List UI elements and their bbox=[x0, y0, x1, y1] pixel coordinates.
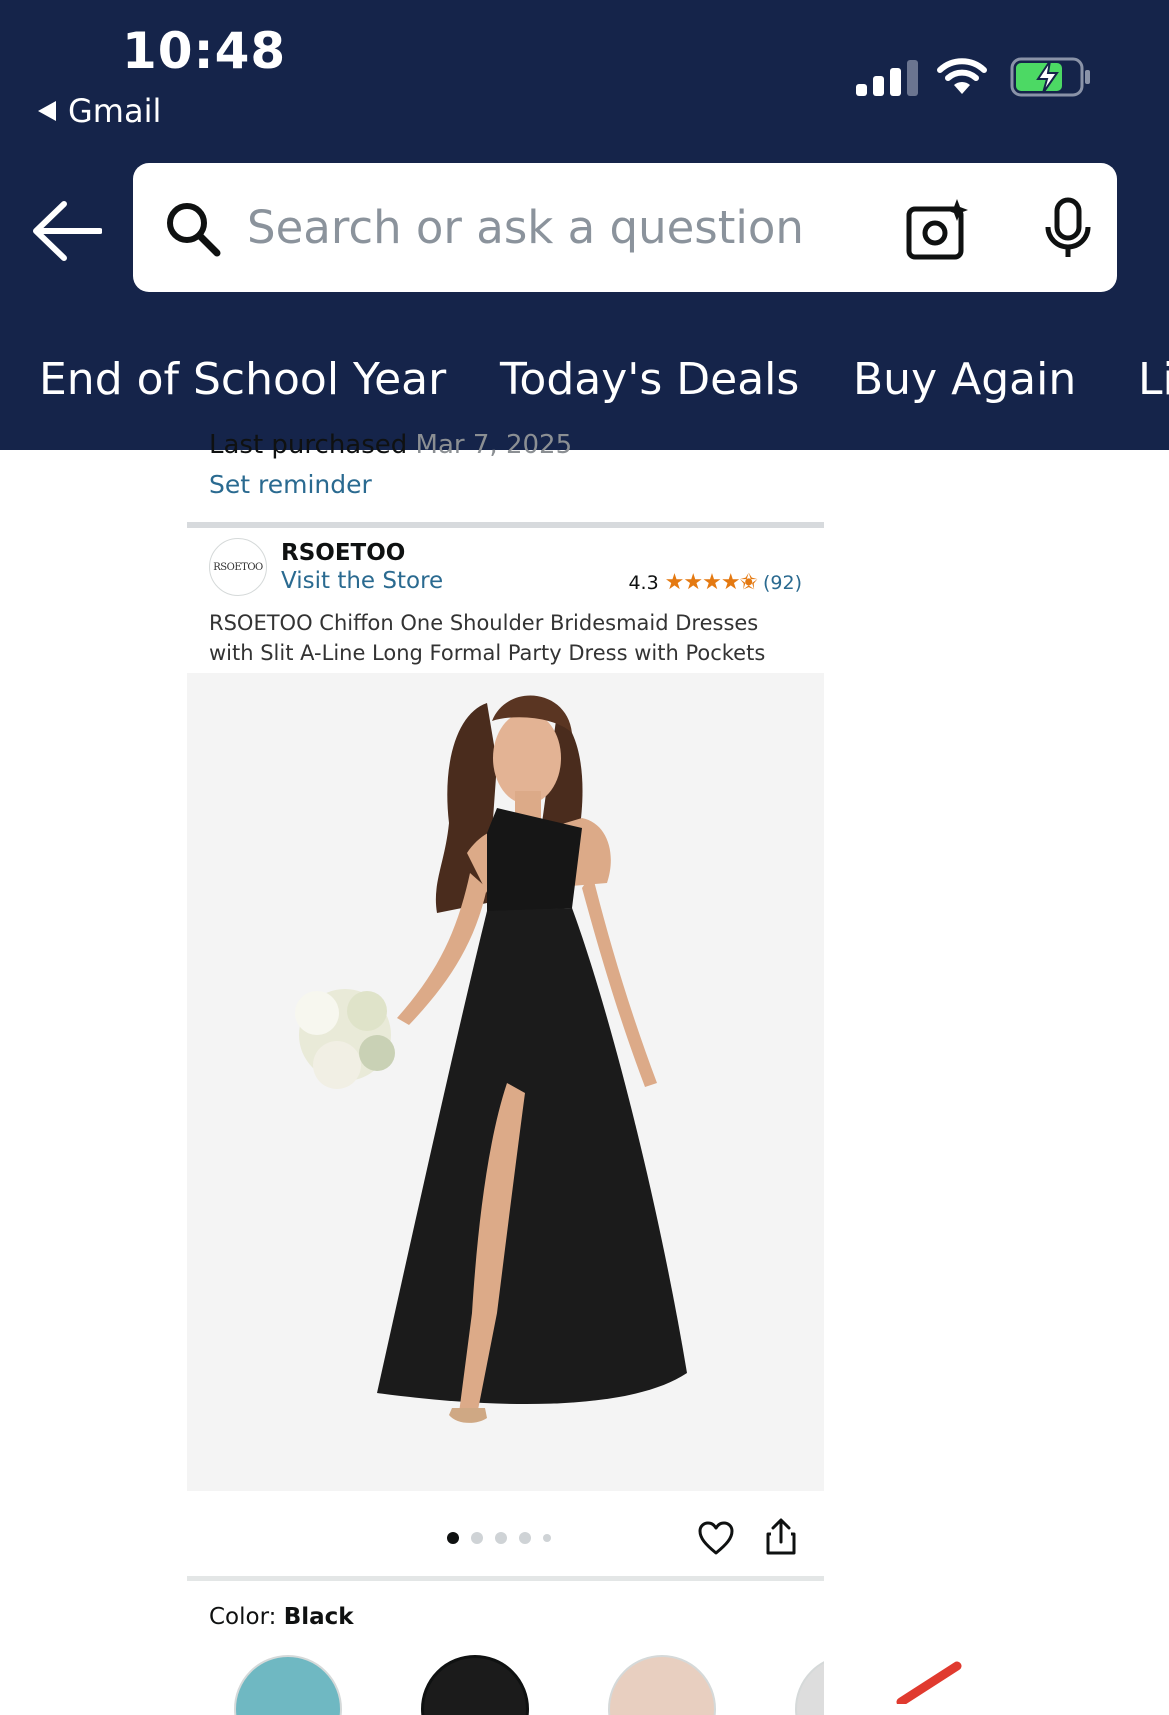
section-divider bbox=[187, 522, 824, 528]
back-app-label: Gmail bbox=[68, 92, 162, 130]
brand-name: RSOETOO bbox=[281, 540, 406, 566]
battery-charging-icon bbox=[1010, 57, 1090, 97]
wifi-icon bbox=[937, 58, 987, 94]
heart-icon[interactable] bbox=[697, 1520, 735, 1556]
last-purchased-label: Last purchased bbox=[209, 430, 408, 460]
color-swatch-black[interactable] bbox=[421, 1655, 529, 1715]
pagination-dot[interactable] bbox=[471, 1532, 483, 1544]
dress-model-illustration bbox=[187, 673, 824, 1491]
section-divider bbox=[187, 1576, 824, 1581]
app-header: 10:48 Gmail Search or ask a question End… bbox=[0, 0, 1169, 450]
annotation-stroke bbox=[896, 1661, 962, 1704]
category-end-of-school-year[interactable]: End of School Year bbox=[39, 354, 446, 405]
share-icon[interactable] bbox=[765, 1518, 797, 1556]
pagination-dot[interactable] bbox=[519, 1532, 531, 1544]
category-list[interactable]: Li bbox=[1138, 354, 1169, 405]
color-swatch-blush[interactable] bbox=[608, 1655, 716, 1715]
category-nav: End of School Year Today's Deals Buy Aga… bbox=[0, 354, 1169, 414]
back-arrow-icon[interactable] bbox=[32, 198, 102, 264]
color-swatch-other[interactable] bbox=[795, 1655, 824, 1715]
pagination-dot[interactable] bbox=[543, 1534, 551, 1542]
selected-color-value: Black bbox=[283, 1604, 354, 1630]
store-logo[interactable]: RSOETOO bbox=[209, 538, 267, 596]
last-purchased-date: Mar 7, 2025 bbox=[415, 430, 573, 460]
search-bar[interactable]: Search or ask a question bbox=[133, 163, 1117, 292]
pagination-dot[interactable] bbox=[495, 1532, 507, 1544]
color-selection-label: Color: Black bbox=[209, 1604, 354, 1630]
camera-search-icon[interactable] bbox=[905, 197, 971, 261]
star-rating-icon: ★★★★✬ bbox=[664, 570, 758, 595]
back-triangle-icon bbox=[38, 101, 56, 121]
category-todays-deals[interactable]: Today's Deals bbox=[500, 354, 799, 405]
color-swatches bbox=[187, 1655, 824, 1715]
image-pagination[interactable] bbox=[447, 1532, 551, 1544]
microphone-icon[interactable] bbox=[1041, 197, 1095, 261]
category-buy-again[interactable]: Buy Again bbox=[853, 354, 1076, 405]
back-to-gmail-link[interactable]: Gmail bbox=[38, 92, 161, 130]
rating-value: 4.3 bbox=[628, 571, 659, 594]
search-icon bbox=[167, 203, 221, 257]
last-purchased-text: Last purchased Mar 7, 2025 bbox=[209, 430, 572, 460]
set-reminder-link[interactable]: Set reminder bbox=[209, 470, 372, 499]
cellular-signal-icon bbox=[856, 58, 918, 96]
color-swatch-teal[interactable] bbox=[234, 1655, 342, 1715]
rating-summary[interactable]: 4.3 ★★★★✬ (92) bbox=[628, 570, 802, 595]
review-count[interactable]: (92) bbox=[763, 572, 802, 594]
visit-store-link[interactable]: Visit the Store bbox=[281, 568, 443, 594]
pagination-dot[interactable] bbox=[447, 1532, 459, 1544]
color-label-text: Color: bbox=[209, 1604, 277, 1630]
search-input[interactable]: Search or ask a question bbox=[247, 201, 804, 254]
status-time: 10:48 bbox=[122, 22, 287, 80]
product-image[interactable] bbox=[187, 673, 824, 1491]
